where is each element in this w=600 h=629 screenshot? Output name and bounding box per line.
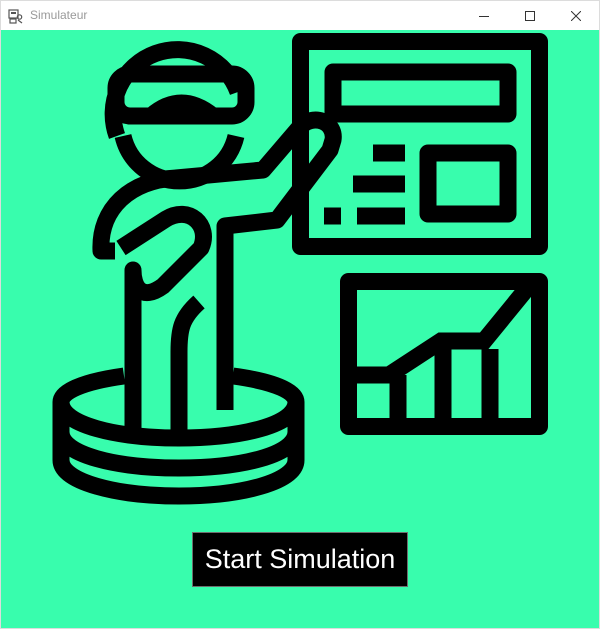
- title-bar[interactable]: Simulateur: [1, 1, 599, 30]
- start-simulation-button[interactable]: Start Simulation: [192, 532, 408, 587]
- app-window: Simulateur Start Simulation: [0, 0, 600, 629]
- minimize-icon: [479, 15, 489, 17]
- window-controls: [461, 1, 599, 30]
- window-title: Simulateur: [30, 8, 88, 22]
- app-icon: [8, 8, 23, 24]
- minimize-button[interactable]: [461, 1, 507, 30]
- maximize-icon: [525, 10, 535, 21]
- maximize-button[interactable]: [507, 1, 553, 30]
- main-content: Start Simulation: [1, 30, 599, 628]
- close-icon: [571, 10, 581, 21]
- close-button[interactable]: [553, 1, 599, 30]
- start-simulation-label: Start Simulation: [204, 544, 396, 574]
- bar-chart-icon: [340, 273, 548, 435]
